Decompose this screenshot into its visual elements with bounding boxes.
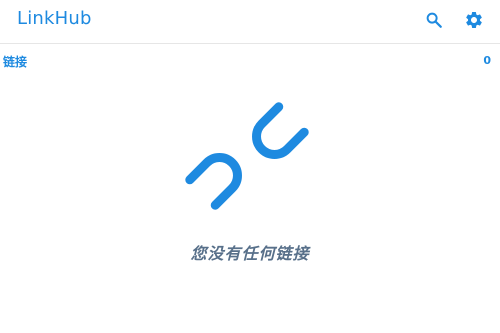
search-button[interactable] [421, 7, 447, 33]
gear-icon [466, 11, 482, 28]
empty-state-message: 您没有任何链接 [190, 244, 310, 263]
section-label: 链接 [3, 55, 28, 69]
app-window: LinkHub 链接 0 您没有任何链接 [0, 0, 500, 333]
link-count: 0 [483, 54, 491, 67]
app-bar: LinkHub [0, 0, 500, 44]
search-icon [426, 12, 442, 28]
broken-link-icon [180, 95, 320, 225]
settings-button[interactable] [461, 7, 487, 33]
app-title: LinkHub [17, 8, 92, 29]
links-section-header: 链接 0 [0, 52, 500, 70]
